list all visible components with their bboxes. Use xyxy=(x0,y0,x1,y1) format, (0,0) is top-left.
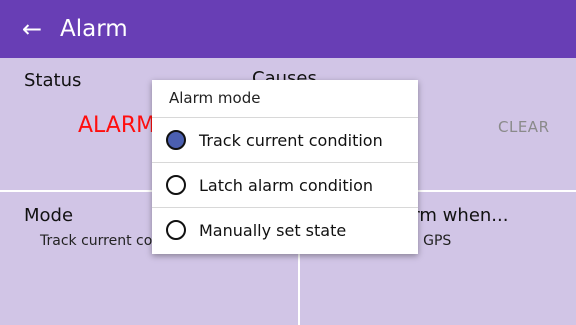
status-label: Status xyxy=(24,70,82,91)
option-label: Manually set state xyxy=(199,220,347,240)
app-bar: ← Alarm xyxy=(0,0,576,58)
radio-selected-icon[interactable] xyxy=(166,130,186,150)
alarm-mode-dialog: Alarm mode Track current condition Latch… xyxy=(152,80,418,254)
option-track-current-condition[interactable]: Track current condition xyxy=(152,117,418,162)
option-latch-alarm-condition[interactable]: Latch alarm condition xyxy=(152,162,418,207)
arrow-left-icon[interactable]: ← xyxy=(18,15,46,43)
radio-unselected-icon[interactable] xyxy=(166,220,186,240)
dialog-title: Alarm mode xyxy=(169,89,261,107)
clear-button[interactable]: CLEAR xyxy=(498,118,550,136)
option-manually-set-state[interactable]: Manually set state xyxy=(152,207,418,252)
status-value: ALARM xyxy=(78,113,156,138)
mode-label[interactable]: Mode xyxy=(24,205,73,226)
option-label: Latch alarm condition xyxy=(199,175,374,195)
option-label: Track current condition xyxy=(199,130,383,150)
page-title: Alarm xyxy=(60,16,128,42)
radio-unselected-icon[interactable] xyxy=(166,175,186,195)
